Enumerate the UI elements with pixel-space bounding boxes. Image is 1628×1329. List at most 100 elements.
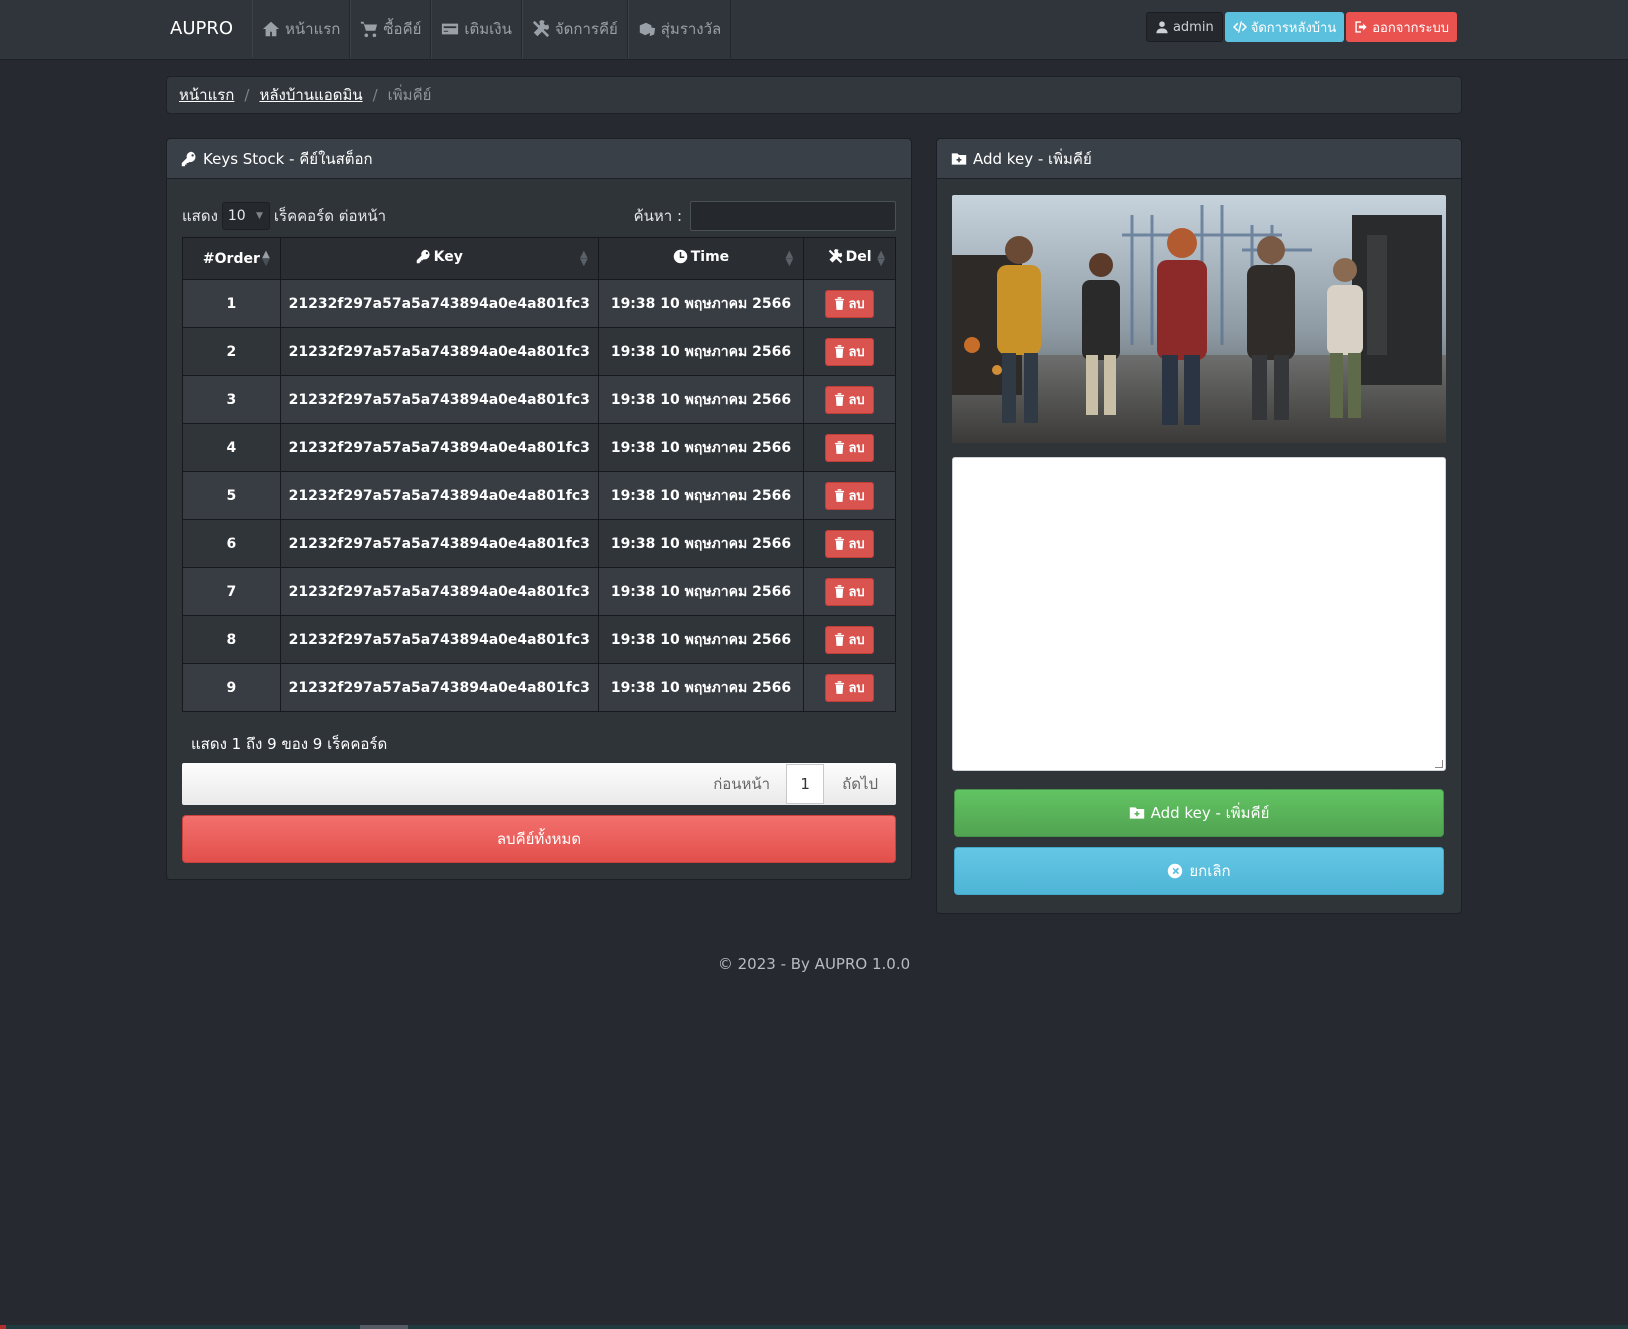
cart-icon [361,21,378,38]
cell-time: 19:38 10 พฤษภาคม 2566 [597,279,805,328]
nav-item-random-prize[interactable]: สุ่มรางวัล [627,0,732,58]
add-key-button[interactable]: Add key - เพิ่มคีย์ [954,789,1444,837]
cell-del: ลบ [803,663,896,712]
page-length-value: 10 [227,208,246,224]
table-row: 6 21232f297a57a5a743894a0e4a801fc3 19:38 1… [182,519,896,568]
cell-key: 21232f297a57a5a743894a0e4a801fc3 [279,375,599,424]
table-row: 9 21232f297a57a5a743894a0e4a801fc3 19:38 1… [182,663,896,712]
table-row: 5 21232f297a57a5a743894a0e4a801fc3 19:38 1… [182,471,896,520]
pagination-page[interactable]: 1 [786,764,825,804]
page-length-control: แสดง 10 ▼ เร็คคอร์ด ต่อหน้า [182,201,386,231]
nav-item-label: จัดการคีย์ [554,20,618,38]
nav-item-topup[interactable]: เติมเงิน [431,0,522,58]
banner-image [952,195,1446,443]
delete-key-button[interactable]: ลบ [825,385,874,414]
table-row: 1 21232f297a57a5a743894a0e4a801fc3 19:38 1… [182,279,896,328]
column-time-label: Time [690,248,730,265]
search-input[interactable] [690,201,896,231]
cell-key: 21232f297a57a5a743894a0e4a801fc3 [279,519,599,568]
cell-del: ลบ [803,279,896,328]
delete-key-button[interactable]: ลบ [825,289,874,318]
cell-del: ลบ [803,423,896,472]
breadcrumb-separator: / [244,86,250,104]
nav-links: หน้าแรก ซื้อคีย์ เติมเงิน จัดการคีย์ สุ่… [252,0,732,58]
nav-item-manage-key[interactable]: จัดการคีย์ [521,0,628,58]
search-label: ค้นหา : [633,207,682,225]
trash-icon [835,393,845,406]
delete-key-button[interactable]: ลบ [825,433,874,462]
trash-icon [835,537,845,550]
cell-order: 3 [182,375,281,424]
horizontal-scrollbar[interactable] [0,1325,1628,1329]
close-circle-icon [1168,863,1183,879]
cell-order: 4 [182,423,281,472]
nav-item-label: สุ่มรางวัล [660,20,722,38]
delete-key-button[interactable]: ลบ [825,481,874,510]
delete-key-button[interactable]: ลบ [825,529,874,558]
sort-icon: ▲ ▼ [877,249,885,268]
delete-key-button[interactable]: ลบ [825,577,874,606]
admin-backend-button[interactable]: จัดการหลังบ้าน [1224,12,1345,42]
trash-icon [835,297,845,310]
delete-all-keys-button[interactable]: ลบคีย์ทั้งหมด [182,815,896,863]
pagination-next[interactable]: ถัดไป [824,772,896,796]
trash-icon [835,345,845,358]
column-header-order[interactable]: #Order ▲ ▼ [182,237,281,280]
dice-icon [639,22,655,37]
tools-icon [532,20,549,38]
folder-plus-icon [1129,807,1144,819]
column-header-time[interactable]: Time ▲ ▼ [597,237,805,280]
delete-label: ลบ [848,585,865,600]
cell-del: ลบ [803,471,896,520]
sign-out-icon [1355,21,1367,33]
trash-icon [835,585,845,598]
table-row: 3 21232f297a57a5a743894a0e4a801fc3 19:38 1… [182,375,896,424]
column-header-del[interactable]: Del ▲ ▼ [803,237,896,280]
user-menu-button[interactable]: admin [1145,12,1223,42]
trash-icon [835,489,845,502]
resize-handle[interactable] [1435,760,1443,768]
table-info: แสดง 1 ถึง 9 ของ 9 เร็คคอร์ด [191,735,388,753]
keys-table: #Order ▲ ▼ Key ▲ ▼ Time ▲ ▼ Del ▲ ▼ 1 21… [182,237,896,712]
cell-order: 7 [182,567,281,616]
column-header-key[interactable]: Key ▲ ▼ [279,237,599,280]
delete-label: ลบ [848,441,865,456]
page-length-select[interactable]: 10 ▼ [221,202,270,230]
keys-stock-header: Keys Stock - คีย์ในสต็อก [167,139,911,179]
logout-label: ออกจากระบบ [1372,20,1449,36]
credit-card-icon [442,23,459,35]
breadcrumb-home-link[interactable]: หน้าแรก [179,83,234,107]
scrollbar-marker [0,1325,6,1329]
delete-key-button[interactable]: ลบ [825,673,874,702]
breadcrumb-admin-link[interactable]: หลังบ้านแอดมิน [259,83,362,107]
cell-time: 19:38 10 พฤษภาคม 2566 [597,423,805,472]
per-page-label: เร็คคอร์ด ต่อหน้า [273,207,387,225]
cancel-button[interactable]: ยกเลิก [954,847,1444,895]
scrollbar-thumb[interactable] [360,1325,408,1329]
clock-icon [673,250,687,264]
add-key-button-label: Add key - เพิ่มคีย์ [1150,804,1270,822]
key-icon [181,151,196,166]
nav-item-buy-key[interactable]: ซื้อคีย์ [350,0,432,58]
nav-item-label: หน้าแรก [285,20,341,38]
cell-order: 8 [182,615,281,664]
delete-key-button[interactable]: ลบ [825,625,874,654]
nav-item-label: เติมเงิน [464,20,512,38]
table-row: 2 21232f297a57a5a743894a0e4a801fc3 19:38 1… [182,327,896,376]
cell-key: 21232f297a57a5a743894a0e4a801fc3 [279,471,599,520]
keys-textarea[interactable] [952,457,1446,771]
cell-key: 21232f297a57a5a743894a0e4a801fc3 [279,663,599,712]
pagination-prev[interactable]: ก่อนหน้า [697,772,786,796]
brand-logo[interactable]: AUPRO [170,0,233,58]
column-del-label: Del [845,248,872,265]
cell-time: 19:38 10 พฤษภาคม 2566 [597,567,805,616]
nav-item-home[interactable]: หน้าแรก [252,0,351,58]
logout-button[interactable]: ออกจากระบบ [1346,12,1457,42]
footer-copyright: © 2023 - By AUPRO 1.0.0 [717,955,911,973]
keys-stock-title: Keys Stock - คีย์ในสต็อก [203,149,373,168]
cell-time: 19:38 10 พฤษภาคม 2566 [597,519,805,568]
delete-label: ลบ [848,489,865,504]
breadcrumb: หน้าแรก / หลังบ้านแอดมิน / เพิ่มคีย์ [166,76,1462,114]
nav-user-actions: admin จัดการหลังบ้าน ออกจากระบบ [1145,12,1457,42]
delete-key-button[interactable]: ลบ [825,337,874,366]
